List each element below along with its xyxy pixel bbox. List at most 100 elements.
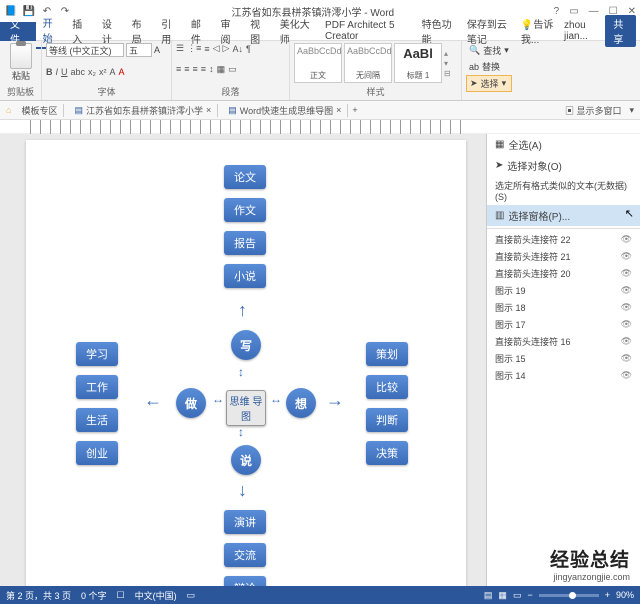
- multilevel-icon[interactable]: ≡: [204, 44, 209, 54]
- menu-select-similar[interactable]: 选定所有格式类似的文本(无数据)(S): [487, 176, 640, 205]
- menu-select-objects[interactable]: ➤选择对象(O): [487, 155, 640, 176]
- selection-item[interactable]: 图示 17👁: [487, 316, 640, 333]
- selection-item[interactable]: 图示 15👁: [487, 350, 640, 367]
- strike-icon[interactable]: abc: [71, 67, 86, 77]
- shading-icon[interactable]: ▦: [217, 64, 226, 75]
- eye-icon[interactable]: 👁: [621, 268, 632, 279]
- style-heading1[interactable]: AaBl标题 1: [394, 43, 442, 83]
- user-name[interactable]: zhou jian...: [564, 20, 599, 42]
- node-bottom[interactable]: 演讲: [224, 510, 266, 534]
- view-web-icon[interactable]: ▭: [513, 590, 522, 601]
- node-left[interactable]: 工作: [76, 375, 118, 399]
- find-button[interactable]: 🔍查找 ▾: [466, 43, 512, 58]
- node-say[interactable]: 说: [231, 445, 261, 475]
- add-tab-icon[interactable]: +: [352, 105, 357, 115]
- multi-window[interactable]: ▣ 显示多窗口: [565, 104, 622, 117]
- node-right[interactable]: 决策: [366, 441, 408, 465]
- replace-button[interactable]: ab替换: [466, 59, 512, 74]
- node-left[interactable]: 生活: [76, 408, 118, 432]
- status-lang-icon[interactable]: ☐: [117, 590, 125, 601]
- close-doc-icon[interactable]: ×: [336, 105, 341, 115]
- dropdown-icon[interactable]: ▾: [629, 105, 634, 116]
- zoom-out-icon[interactable]: −: [527, 590, 532, 600]
- indent-dec-icon[interactable]: ◁: [213, 43, 220, 54]
- eye-icon[interactable]: 👁: [621, 234, 632, 245]
- eye-icon[interactable]: 👁: [621, 251, 632, 262]
- bold-icon[interactable]: B: [46, 67, 53, 77]
- eye-icon[interactable]: 👁: [621, 336, 632, 347]
- save-icon[interactable]: 💾: [22, 6, 36, 17]
- eye-icon[interactable]: 👁: [621, 302, 632, 313]
- node-right[interactable]: 比较: [366, 375, 408, 399]
- font-color-icon[interactable]: A: [119, 67, 125, 77]
- tab-templates[interactable]: 模板专区: [15, 104, 64, 117]
- selection-item[interactable]: 图示 18👁: [487, 299, 640, 316]
- node-top[interactable]: 报告: [224, 231, 266, 255]
- zoom-level[interactable]: 90%: [616, 590, 634, 600]
- marks-icon[interactable]: ¶: [246, 44, 251, 54]
- node-top[interactable]: 论文: [224, 165, 266, 189]
- node-bottom[interactable]: 交流: [224, 543, 266, 567]
- node-left[interactable]: 创业: [76, 441, 118, 465]
- italic-icon[interactable]: I: [56, 67, 59, 77]
- tell-me[interactable]: 💡告诉我...: [521, 16, 558, 46]
- line-spacing-icon[interactable]: ↕: [209, 64, 214, 74]
- node-bottom[interactable]: 辩论: [224, 576, 266, 586]
- eye-icon[interactable]: 👁: [621, 370, 632, 381]
- node-left[interactable]: 学习: [76, 342, 118, 366]
- font-name-select[interactable]: 等线 (中文正文): [46, 43, 124, 57]
- selection-item[interactable]: 直接箭头连接符 22👁: [487, 231, 640, 248]
- selection-item[interactable]: 图示 14👁: [487, 367, 640, 384]
- selection-item[interactable]: 直接箭头连接符 16👁: [487, 333, 640, 350]
- justify-icon[interactable]: ≡: [201, 64, 206, 74]
- tab-file[interactable]: 文件: [0, 22, 36, 41]
- font-size-select[interactable]: 五: [126, 43, 152, 57]
- doc-tab-1[interactable]: ▤江苏省如东县栟茶镇浒澪小学×: [68, 104, 218, 117]
- node-right[interactable]: 判断: [366, 408, 408, 432]
- close-doc-icon[interactable]: ×: [206, 105, 211, 115]
- align-right-icon[interactable]: ≡: [193, 64, 198, 74]
- selection-item[interactable]: 直接箭头连接符 20👁: [487, 265, 640, 282]
- selection-item[interactable]: 直接箭头连接符 21👁: [487, 248, 640, 265]
- node-do[interactable]: 做: [176, 388, 206, 418]
- status-insert[interactable]: ▭: [187, 590, 196, 601]
- status-words[interactable]: 0 个字: [81, 589, 107, 602]
- grow-font-icon[interactable]: A: [154, 45, 160, 55]
- indent-inc-icon[interactable]: ▷: [223, 43, 230, 54]
- share-button[interactable]: 共享: [605, 15, 636, 47]
- node-think[interactable]: 想: [286, 388, 316, 418]
- underline-icon[interactable]: U: [61, 67, 68, 77]
- status-lang[interactable]: 中文(中国): [135, 589, 177, 602]
- align-left-icon[interactable]: ≡: [176, 64, 181, 74]
- style-nospacing[interactable]: AaBbCcDd无间隔: [344, 43, 392, 83]
- doc-tab-2[interactable]: ▤Word快速生成思维导图×: [222, 104, 348, 117]
- sort-icon[interactable]: A↓: [232, 44, 243, 54]
- document-canvas[interactable]: 思维 导图 写 做 想 说 ↑ ← → ↓ ↕ ↔ ↔ ↕ 论文 作文 报告 小…: [0, 134, 486, 586]
- menu-select-all[interactable]: ▦全选(A): [487, 134, 640, 155]
- node-top[interactable]: 作文: [224, 198, 266, 222]
- home-icon[interactable]: ⌂: [6, 105, 11, 115]
- sup-icon[interactable]: x²: [99, 67, 107, 77]
- bullets-icon[interactable]: ☰: [176, 43, 184, 54]
- zoom-slider[interactable]: [539, 594, 599, 597]
- view-read-icon[interactable]: ▤: [484, 590, 493, 601]
- styles-up-icon[interactable]: ▴: [444, 49, 451, 58]
- numbering-icon[interactable]: ⋮≡: [187, 43, 201, 54]
- sub-icon[interactable]: x₂: [88, 67, 96, 77]
- menu-selection-pane[interactable]: ▥选择窗格(P)...↖: [487, 205, 640, 226]
- node-right[interactable]: 策划: [366, 342, 408, 366]
- borders-icon[interactable]: ▭: [228, 64, 237, 75]
- node-write[interactable]: 写: [231, 330, 261, 360]
- node-top[interactable]: 小说: [224, 264, 266, 288]
- status-page[interactable]: 第 2 页，共 3 页: [6, 589, 71, 602]
- eye-icon[interactable]: 👁: [621, 353, 632, 364]
- eye-icon[interactable]: 👁: [621, 319, 632, 330]
- paste-button[interactable]: 粘贴: [4, 43, 38, 82]
- align-center-icon[interactable]: ≡: [184, 64, 189, 74]
- horizontal-ruler[interactable]: [30, 120, 470, 134]
- highlight-icon[interactable]: A: [110, 67, 116, 77]
- style-normal[interactable]: AaBbCcDd正文: [294, 43, 342, 83]
- select-button[interactable]: ➤选择 ▾: [466, 75, 512, 92]
- styles-more-icon[interactable]: ⊟: [444, 69, 451, 78]
- view-print-icon[interactable]: ▦: [498, 590, 507, 601]
